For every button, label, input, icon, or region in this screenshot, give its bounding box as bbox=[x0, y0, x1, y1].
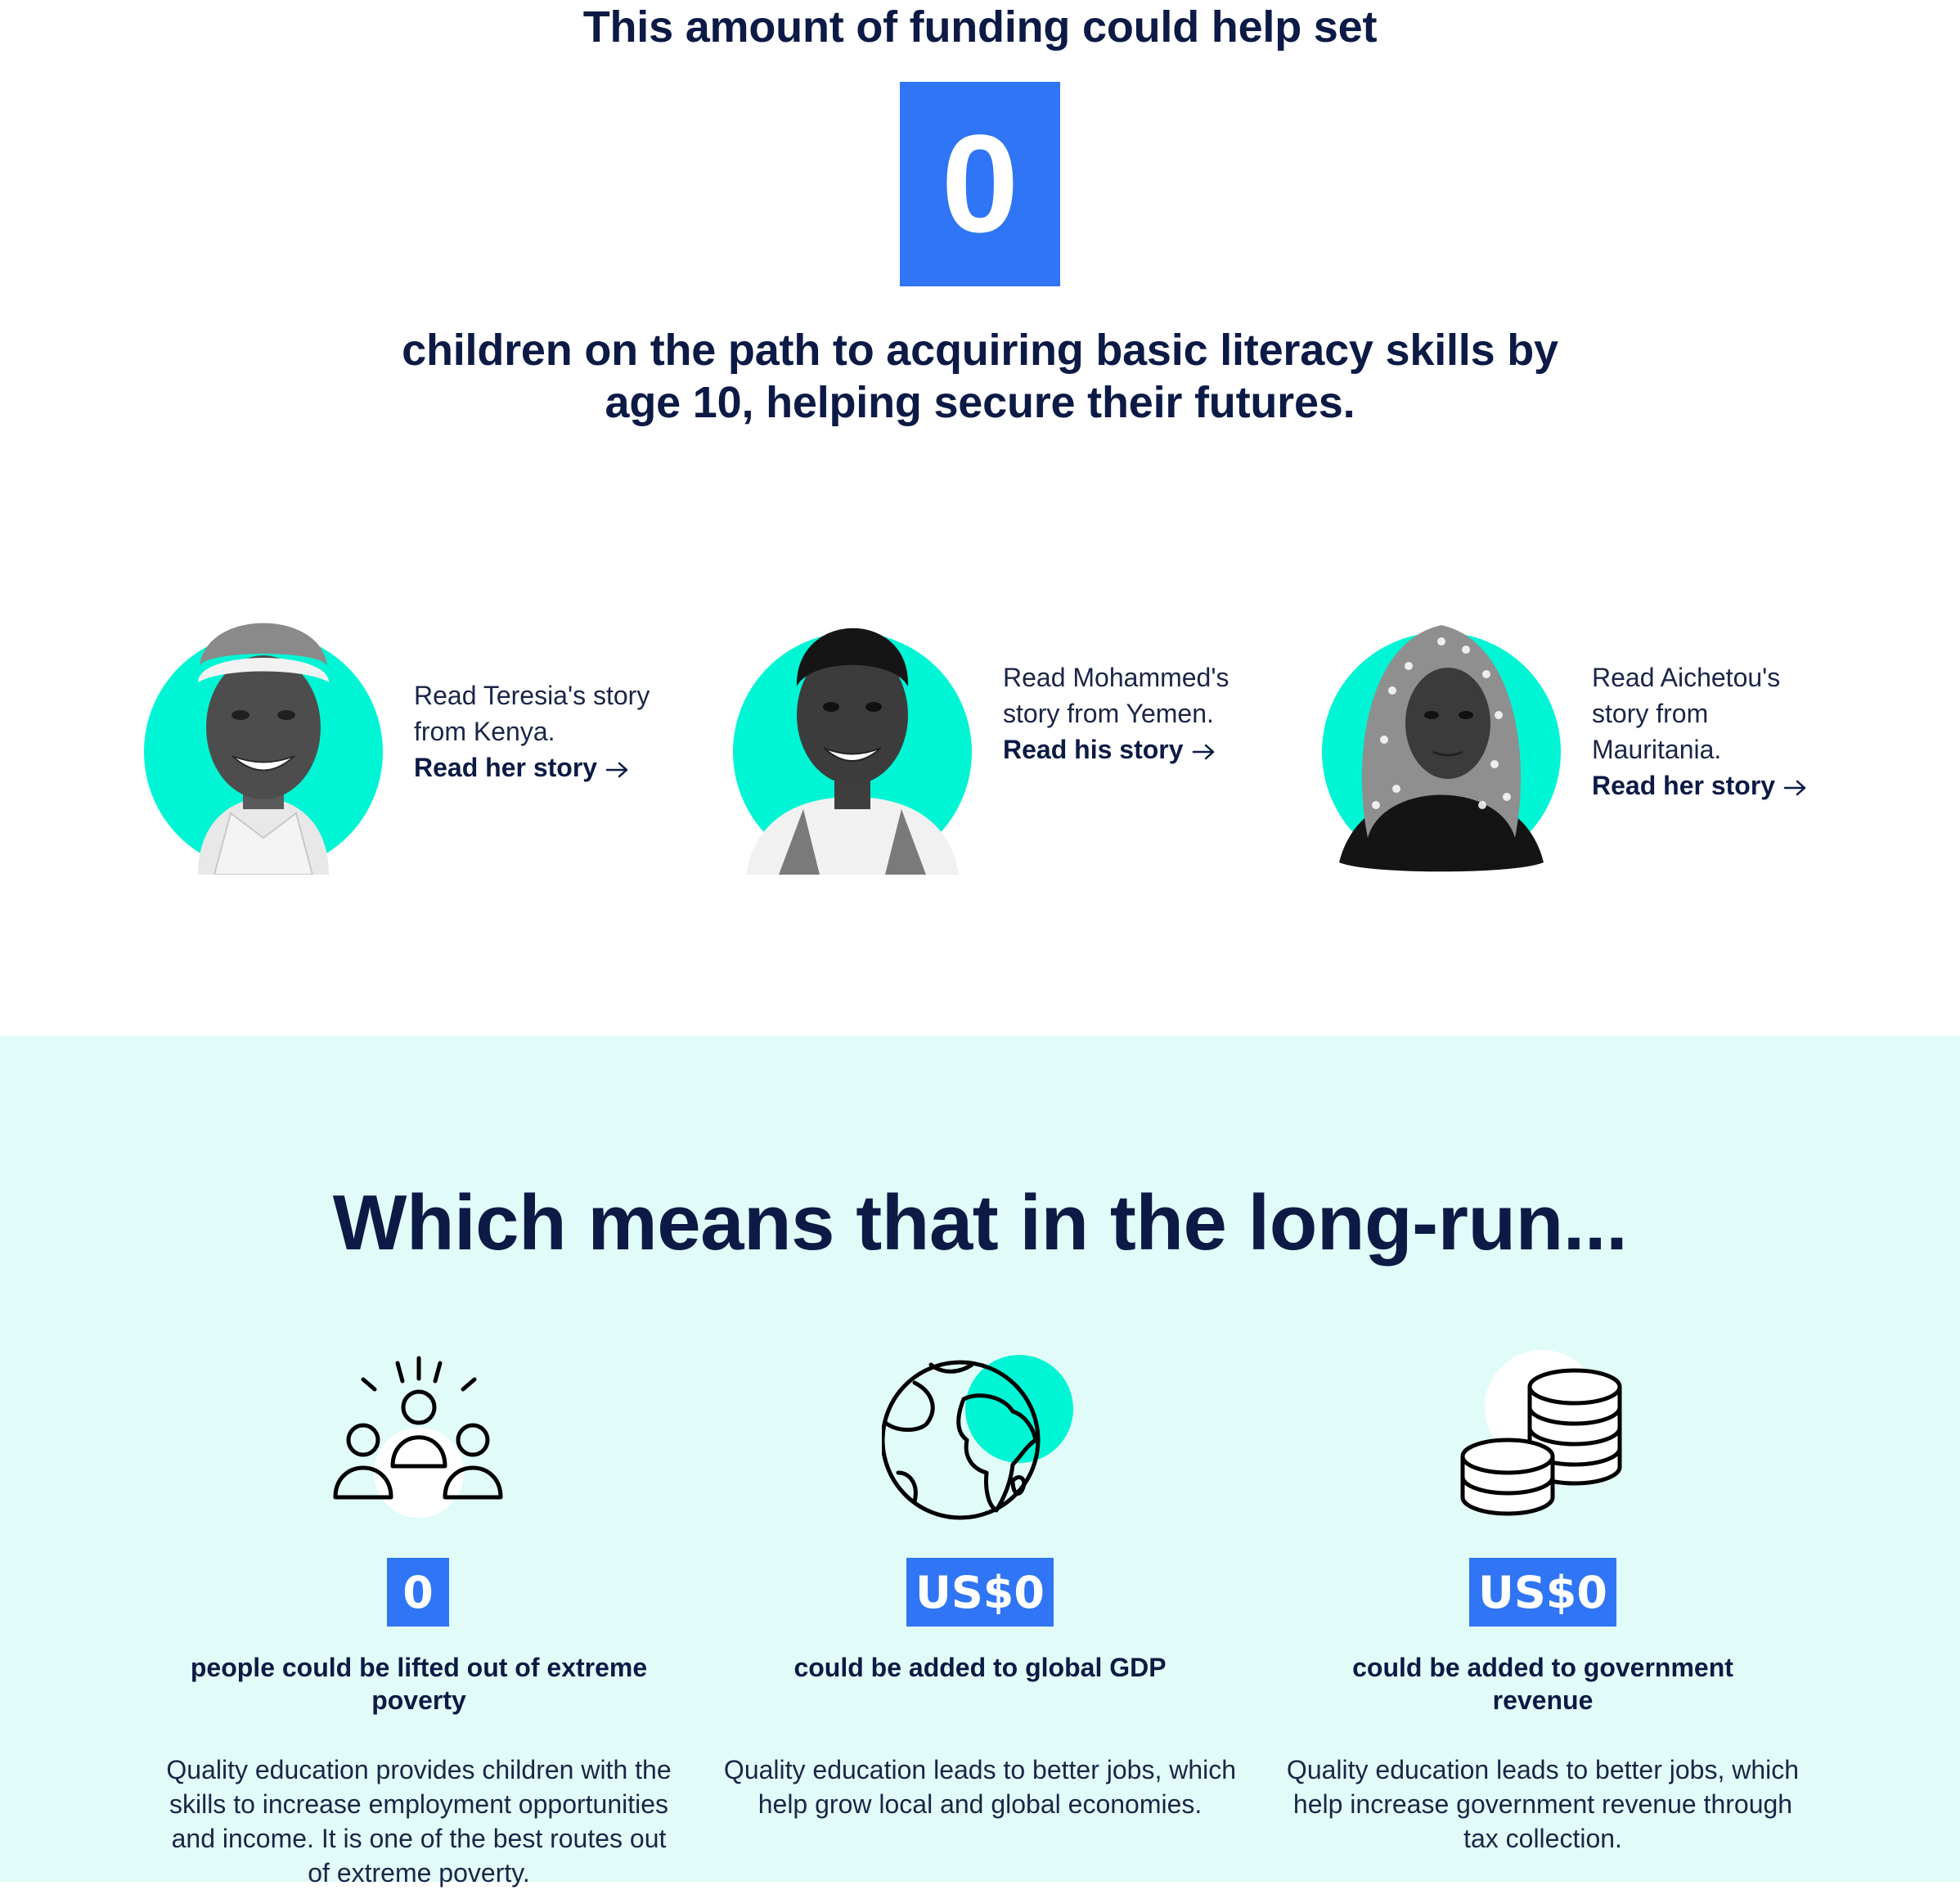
arrow-right-icon bbox=[1783, 780, 1806, 795]
revenue-value-badge: US$0 bbox=[1469, 1558, 1616, 1627]
gdp-title: could be added to global GDP bbox=[793, 1653, 1167, 1682]
mohammed-portrait bbox=[733, 628, 972, 875]
revenue-description: Quality education leads to better jobs, … bbox=[1286, 1755, 1800, 1853]
coins-icon bbox=[1460, 1350, 1622, 1516]
children-counter: 0 bbox=[900, 82, 1060, 286]
long-run-heading: Which means that in the long-run... bbox=[332, 1179, 1628, 1267]
poverty-value-badge: 0 bbox=[387, 1558, 449, 1627]
people-icon bbox=[333, 1356, 503, 1518]
intro-text: This amount of funding could help set bbox=[582, 2, 1378, 52]
story-link-label: Read her story bbox=[1592, 771, 1776, 800]
aichetou-portrait bbox=[1322, 625, 1561, 872]
arrow-right-icon bbox=[605, 762, 628, 777]
story-card-aichetou: Read Aichetou's story from Mauritania. R… bbox=[1592, 659, 1837, 803]
read-his-story-link[interactable]: Read his story bbox=[1003, 731, 1248, 767]
story-description: Read Mohammed's story from Yemen. bbox=[1003, 663, 1229, 728]
gdp-value-badge: US$0 bbox=[906, 1558, 1054, 1627]
teresia-portrait bbox=[144, 623, 383, 875]
outcome-text: children on the path to acquiring basic … bbox=[402, 326, 1558, 427]
story-link-label: Read his story bbox=[1003, 735, 1184, 764]
poverty-description: Quality education provides children with… bbox=[166, 1755, 672, 1888]
revenue-title: could be added to government revenue bbox=[1352, 1653, 1733, 1715]
impact-calculator-section: This amount of funding could help set 0 … bbox=[0, 0, 1960, 1036]
poverty-title: people could be lifted out of extreme po… bbox=[190, 1653, 648, 1715]
story-description: Read Teresia's story from Kenya. bbox=[414, 681, 650, 746]
story-description: Read Aichetou's story from Mauritania. bbox=[1592, 663, 1781, 764]
story-card-mohammed: Read Mohammed's story from Yemen. Read h… bbox=[1003, 659, 1248, 767]
read-her-story-link[interactable]: Read her story bbox=[1592, 767, 1837, 803]
read-her-story-link[interactable]: Read her story bbox=[414, 749, 659, 785]
story-link-label: Read her story bbox=[414, 753, 598, 782]
globe-icon bbox=[882, 1355, 1073, 1520]
arrow-right-icon bbox=[1192, 744, 1214, 759]
gdp-description: Quality education leads to better jobs, … bbox=[723, 1755, 1237, 1819]
story-card-teresia: Read Teresia's story from Kenya. Read he… bbox=[414, 677, 659, 785]
